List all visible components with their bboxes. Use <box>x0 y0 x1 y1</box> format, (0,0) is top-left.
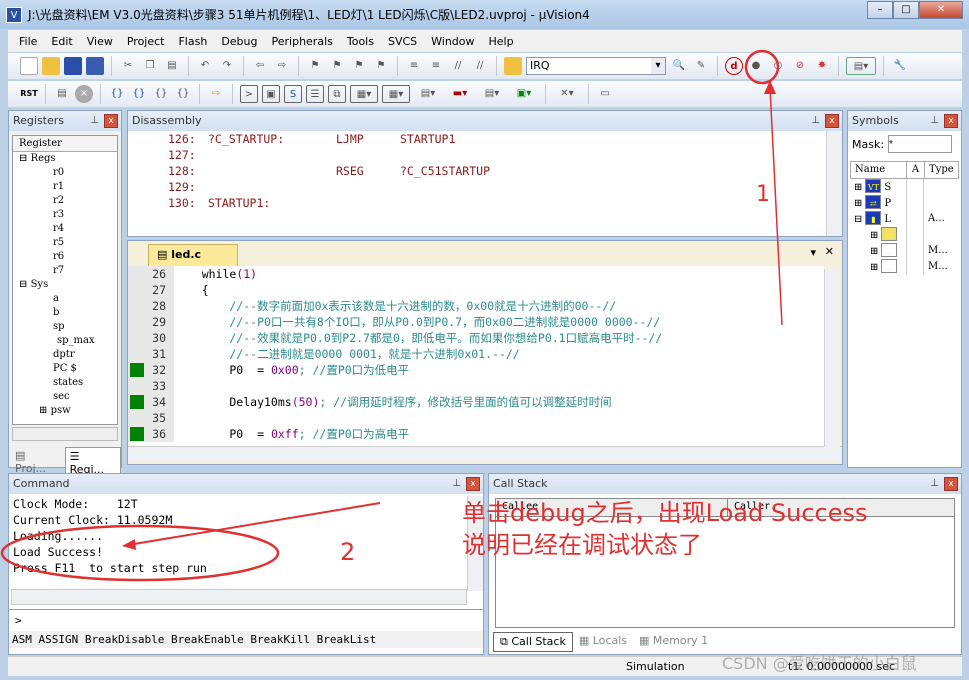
annotation-note-line-1: 单击debug之后，出现Load Success <box>462 499 868 527</box>
annotation-arrowhead-2 <box>122 539 136 550</box>
annotation-circle-debug <box>744 49 780 85</box>
annotation-label-1: 1 <box>756 182 770 207</box>
annotation-arrow-1 <box>769 87 783 326</box>
annotation-note-line-2: 说明已经在调试状态了 <box>462 531 702 559</box>
annotation-note: 单击debug之后，出现Load Success 说明已经在调试状态了 <box>462 497 868 561</box>
annotation-ellipse-load-success <box>0 524 280 582</box>
annotation-overlay <box>0 49 783 582</box>
annotation-label-2: 2 <box>340 538 356 566</box>
